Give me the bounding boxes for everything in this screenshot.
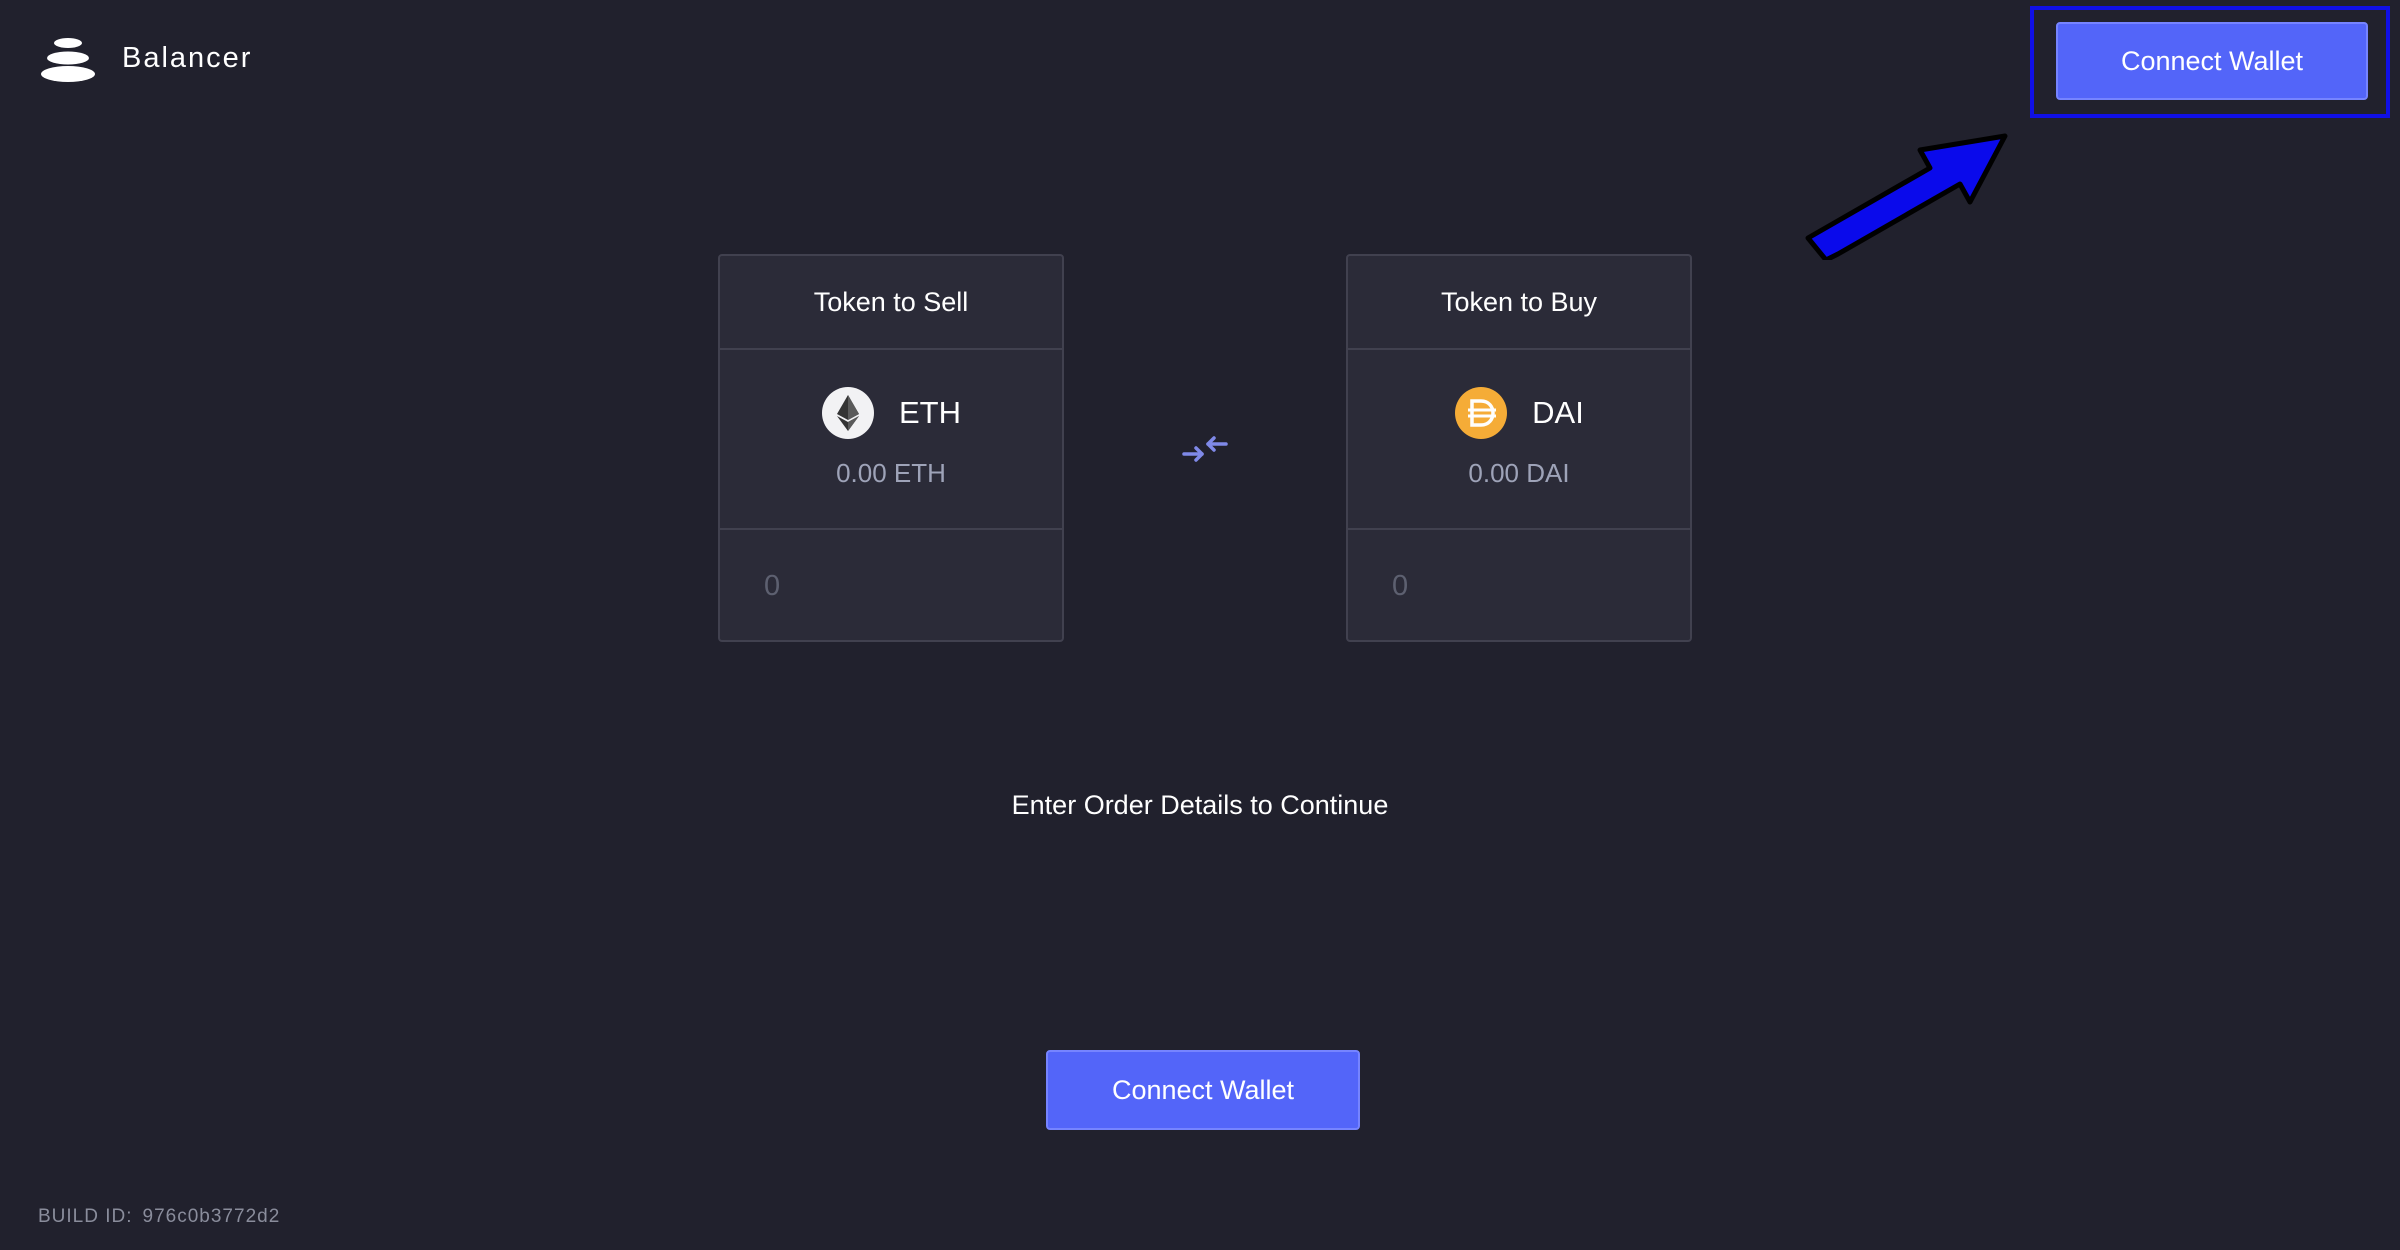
order-status-message: Enter Order Details to Continue: [1011, 790, 1389, 820]
build-id-label: BUILD ID:: [38, 1206, 133, 1227]
build-id: BUILD ID: 976c0b3772d2: [38, 1206, 280, 1228]
sell-panel-title: Token to Sell: [720, 256, 1062, 350]
buy-panel-title: Token to Buy: [1348, 256, 1690, 350]
brand-name: Balancer: [122, 41, 253, 74]
build-id-value: 976c0b3772d2: [142, 1206, 281, 1227]
sell-amount-area: [720, 530, 1062, 642]
token-to-buy-panel: Token to Buy DAI 0.00 DAI: [1346, 254, 1692, 642]
token-to-sell-panel: Token to Sell ETH 0.00 ETH: [718, 254, 1064, 642]
dai-icon: [1455, 387, 1508, 439]
buy-token-balance: 0.00 DAI: [1468, 458, 1570, 488]
balancer-exchange-page: Balancer Connect Wallet Token to Sell ET…: [0, 0, 2400, 1250]
pointer-arrow-icon: [1805, 133, 2008, 260]
swap-arrows-icon[interactable]: [1182, 434, 1228, 464]
balancer-logo-icon: [41, 38, 95, 82]
buy-amount-input[interactable]: [1390, 568, 1654, 604]
ethereum-icon: [822, 387, 874, 439]
buy-token-selector[interactable]: DAI 0.00 DAI: [1348, 350, 1690, 530]
sell-amount-input[interactable]: [762, 568, 1026, 604]
buy-token-symbol: DAI: [1532, 395, 1584, 430]
main-connect-wallet-button[interactable]: Connect Wallet: [1046, 1050, 1360, 1130]
sell-token-balance: 0.00 ETH: [836, 458, 946, 488]
header-connect-wallet-button[interactable]: Connect Wallet: [2056, 22, 2368, 100]
sell-token-symbol: ETH: [899, 395, 961, 430]
sell-token-selector[interactable]: ETH 0.00 ETH: [720, 350, 1062, 530]
buy-amount-area: [1348, 530, 1690, 642]
brand[interactable]: Balancer: [40, 34, 252, 82]
